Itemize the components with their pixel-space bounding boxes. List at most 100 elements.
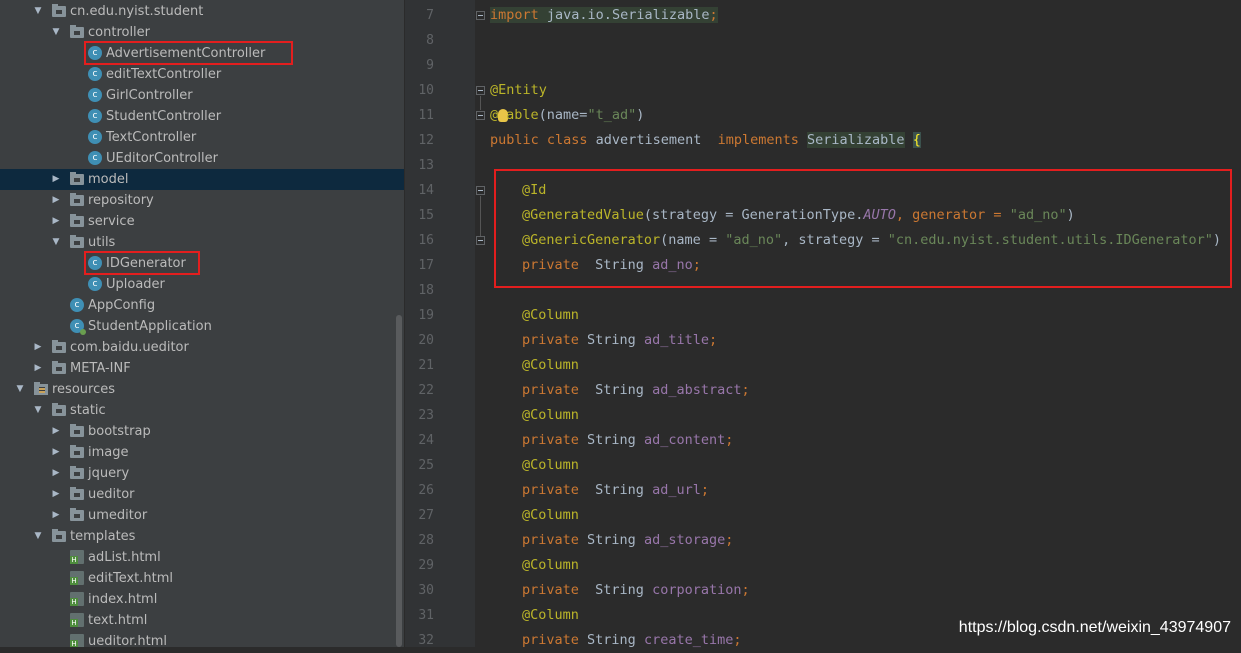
tree-item-static[interactable]: ▼ static xyxy=(0,400,404,421)
code-line-16[interactable]: @GenericGenerator(name = "ad_no", strate… xyxy=(522,228,1221,253)
code-line-31[interactable]: @Column xyxy=(522,603,579,628)
expand-arrow-right-icon[interactable]: ▶ xyxy=(51,425,61,437)
folder-icon xyxy=(70,487,84,500)
tree-item-advertisementcontroller[interactable]: c AdvertisementController xyxy=(0,41,404,65)
tree-item-umeditor[interactable]: ▶ umeditor xyxy=(0,505,404,526)
tree-item-text-html[interactable]: text.html xyxy=(0,610,404,631)
line-number: 11 xyxy=(418,108,434,123)
tree-item-label: ueditor.html xyxy=(88,634,168,647)
fold-toggle-icon[interactable] xyxy=(476,186,485,195)
code-line-29[interactable]: @Column xyxy=(522,553,579,578)
code-line-20[interactable]: private String ad_title; xyxy=(522,328,717,353)
expand-arrow-right-icon[interactable]: ▶ xyxy=(51,467,61,479)
tree-item-ueditorcontroller[interactable]: c UEditorController xyxy=(0,148,404,169)
line-number: 16 xyxy=(418,233,434,248)
code-line-14[interactable]: @Id xyxy=(522,178,546,203)
code-line-25[interactable]: @Column xyxy=(522,453,579,478)
fold-toggle-icon[interactable] xyxy=(476,11,485,20)
line-number: 17 xyxy=(418,258,434,273)
tree-item-service[interactable]: ▶ service xyxy=(0,211,404,232)
folder-icon xyxy=(70,193,84,206)
tree-item-resources[interactable]: ▼ resources xyxy=(0,379,404,400)
tree-item-meta-inf[interactable]: ▶ META-INF xyxy=(0,358,404,379)
code-line-24[interactable]: private String ad_content; xyxy=(522,428,733,453)
line-number: 30 xyxy=(418,583,434,598)
tree-item-jquery[interactable]: ▶ jquery xyxy=(0,463,404,484)
code-line-28[interactable]: private String ad_storage; xyxy=(522,528,733,553)
line-number: 25 xyxy=(418,458,434,473)
tree-item-studentcontroller[interactable]: c StudentController xyxy=(0,106,404,127)
expand-arrow-right-icon[interactable]: ▶ xyxy=(51,446,61,458)
tree-item-model[interactable]: ▶ model xyxy=(0,169,404,190)
expand-arrow-down-icon[interactable]: ▼ xyxy=(15,383,25,395)
tree-item-uploader[interactable]: c Uploader xyxy=(0,274,404,295)
tree-item-label: GirlController xyxy=(106,88,193,103)
tree-item-repository[interactable]: ▶ repository xyxy=(0,190,404,211)
expand-arrow-down-icon[interactable]: ▼ xyxy=(33,404,43,416)
project-tree-panel: ▼ cn.edu.nyist.student ▼ controller c Adverti… xyxy=(0,0,404,647)
tree-item-utils[interactable]: ▼ utils xyxy=(0,232,404,253)
line-number: 20 xyxy=(418,333,434,348)
code-line-15[interactable]: @GeneratedValue(strategy = GenerationTyp… xyxy=(522,203,1075,228)
tree-item-templates[interactable]: ▼ templates xyxy=(0,526,404,547)
highlight-box-tree-item xyxy=(84,251,200,275)
code-line-12[interactable]: public class advertisement implements Se… xyxy=(490,128,921,153)
expand-arrow-down-icon[interactable]: ▼ xyxy=(33,5,43,17)
expand-arrow-right-icon[interactable]: ▶ xyxy=(33,341,43,353)
class-icon: c xyxy=(88,151,102,165)
tree-item-appconfig[interactable]: c AppConfig xyxy=(0,295,404,316)
code-line-17[interactable]: private String ad_no; xyxy=(522,253,701,278)
line-number: 23 xyxy=(418,408,434,423)
expand-arrow-down-icon[interactable]: ▼ xyxy=(51,26,61,38)
tree-item-label: utils xyxy=(88,235,116,250)
code-line-30[interactable]: private String corporation; xyxy=(522,578,750,603)
tree-item-com-baidu-ueditor[interactable]: ▶ com.baidu.ueditor xyxy=(0,337,404,358)
tree-item-image[interactable]: ▶ image xyxy=(0,442,404,463)
tree-item-controller[interactable]: ▼ controller xyxy=(0,22,404,43)
tree-item-cn-edu-nyist-student[interactable]: ▼ cn.edu.nyist.student xyxy=(0,1,404,22)
expand-arrow-right-icon[interactable]: ▶ xyxy=(51,509,61,521)
code-line-19[interactable]: @Column xyxy=(522,303,579,328)
folder-icon xyxy=(70,25,84,38)
code-line-10[interactable]: @Entity xyxy=(490,78,547,103)
tree-item-girlcontroller[interactable]: c GirlController xyxy=(0,85,404,106)
fold-toggle-icon[interactable] xyxy=(476,236,485,245)
folder-icon xyxy=(52,340,66,353)
tree-item-label: Uploader xyxy=(106,277,165,292)
tree-item-ueditor[interactable]: ▶ ueditor xyxy=(0,484,404,505)
expand-arrow-right-icon[interactable]: ▶ xyxy=(51,215,61,227)
expand-arrow-right-icon[interactable]: ▶ xyxy=(33,362,43,374)
code-line-27[interactable]: @Column xyxy=(522,503,579,528)
fold-guide-line xyxy=(480,96,481,110)
tree-scrollbar[interactable] xyxy=(396,315,402,647)
tree-item-ueditor-html[interactable]: ueditor.html xyxy=(0,631,404,647)
tree-item-bootstrap[interactable]: ▶ bootstrap xyxy=(0,421,404,442)
tree-item-studentapplication[interactable]: c StudentApplication xyxy=(0,316,404,337)
code-line-26[interactable]: private String ad_url; xyxy=(522,478,709,503)
code-line-21[interactable]: @Column xyxy=(522,353,579,378)
line-number: 22 xyxy=(418,383,434,398)
spring-boot-class-icon: c xyxy=(70,319,86,335)
line-number: 28 xyxy=(418,533,434,548)
expand-arrow-right-icon[interactable]: ▶ xyxy=(51,194,61,206)
tree-item-textcontroller[interactable]: c TextController xyxy=(0,127,404,148)
tree-item-index-html[interactable]: index.html xyxy=(0,589,404,610)
tree-item-adlist-html[interactable]: adList.html xyxy=(0,547,404,568)
code-line-32[interactable]: private String create_time; xyxy=(522,628,741,653)
code-line-23[interactable]: @Column xyxy=(522,403,579,428)
code-line-7[interactable]: import java.io.Serializable; xyxy=(490,3,718,28)
fold-toggle-icon[interactable] xyxy=(476,86,485,95)
watermark-url: https://blog.csdn.net/weixin_43974907 xyxy=(958,619,1231,636)
tree-item-idgenerator[interactable]: c IDGenerator xyxy=(0,251,404,275)
tree-item-label: StudentController xyxy=(106,109,222,124)
expand-arrow-right-icon[interactable]: ▶ xyxy=(51,173,61,185)
folder-icon xyxy=(70,445,84,458)
tree-item-edittextcontroller[interactable]: c editTextController xyxy=(0,64,404,85)
expand-arrow-down-icon[interactable]: ▼ xyxy=(51,236,61,248)
code-line-11[interactable]: @ able(name="t_ad") xyxy=(490,103,644,128)
expand-arrow-right-icon[interactable]: ▶ xyxy=(51,488,61,500)
fold-toggle-icon[interactable] xyxy=(476,111,485,120)
tree-item-edittext-html[interactable]: editText.html xyxy=(0,568,404,589)
expand-arrow-down-icon[interactable]: ▼ xyxy=(33,530,43,542)
code-line-22[interactable]: private String ad_abstract; xyxy=(522,378,750,403)
